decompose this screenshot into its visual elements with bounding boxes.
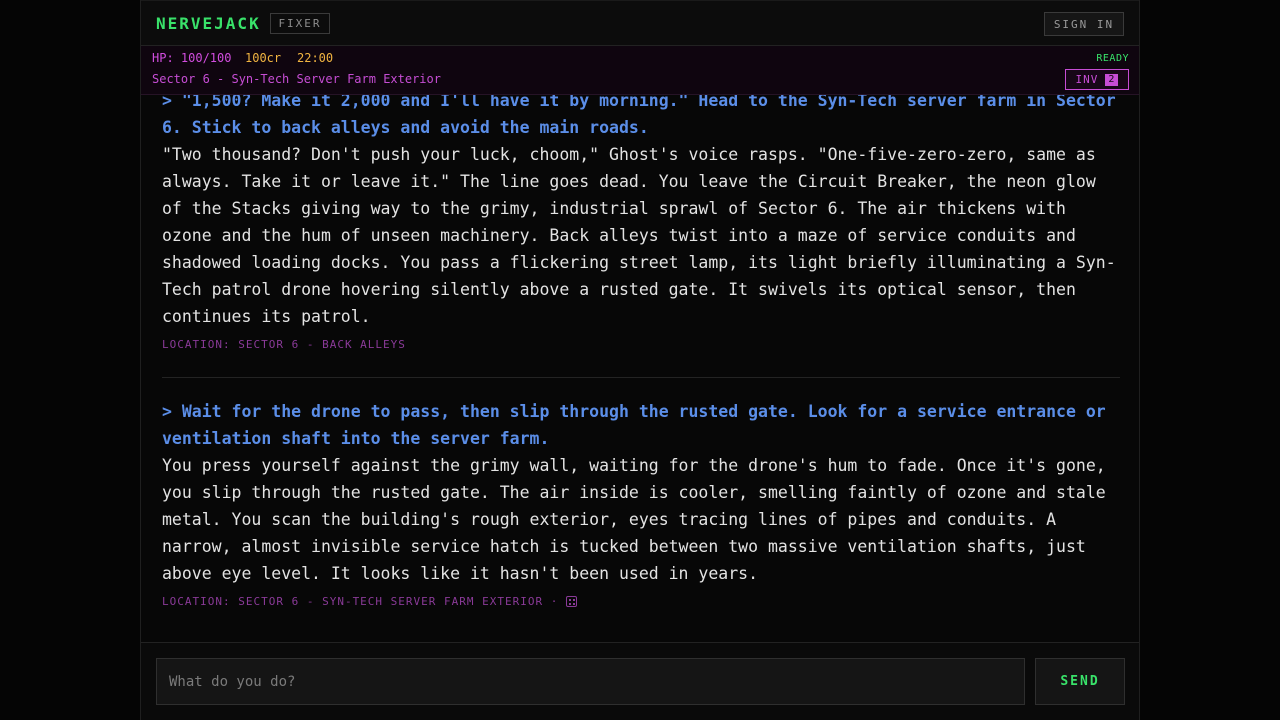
ready-indicator: READY [1096, 53, 1129, 64]
game-app: NERVEJACK FIXER SIGN IN HP: 100/100 100c… [140, 0, 1140, 720]
status-bar: HP: 100/100 100cr 22:00 READY Sector 6 -… [141, 46, 1139, 95]
current-location: Sector 6 - Syn-Tech Server Farm Exterior [152, 72, 441, 86]
story-log[interactable]: > "1,500? Make it 2,000 and I'll have it… [141, 95, 1139, 642]
brand-logo: NERVEJACK [156, 14, 261, 33]
location-tag-text: LOCATION: SECTOR 6 - BACK ALLEYS [162, 338, 406, 351]
story-log-content: > "1,500? Make it 2,000 and I'll have it… [162, 95, 1120, 608]
hp-readout: HP: 100/100 [152, 51, 232, 65]
dice-icon[interactable] [566, 596, 578, 607]
top-bar: NERVEJACK FIXER SIGN IN [141, 0, 1139, 46]
player-command: > Wait for the drone to pass, then slip … [162, 402, 1106, 448]
player-command: > "1,500? Make it 2,000 and I'll have it… [162, 95, 1116, 137]
location-tag-text: LOCATION: SECTOR 6 - SYN-TECH SERVER FAR… [162, 595, 559, 608]
send-button[interactable]: SEND [1035, 658, 1125, 705]
command-composer: SEND [141, 642, 1139, 720]
log-entry: > "1,500? Make it 2,000 and I'll have it… [162, 95, 1120, 351]
time-readout: 22:00 [297, 51, 334, 65]
role-badge: FIXER [270, 13, 330, 34]
log-entry: > Wait for the drone to pass, then slip … [162, 398, 1120, 608]
sign-in-button[interactable]: SIGN IN [1044, 12, 1124, 36]
location-tag: LOCATION: SECTOR 6 - SYN-TECH SERVER FAR… [162, 595, 1120, 608]
inventory-label: INV [1075, 73, 1099, 86]
entry-divider [162, 377, 1120, 378]
command-input[interactable] [156, 658, 1025, 705]
inventory-count-badge: 2 [1105, 73, 1119, 86]
credits-readout: 100cr [245, 51, 282, 65]
narration-text: You press yourself against the grimy wal… [162, 456, 1106, 583]
inventory-button[interactable]: INV 2 [1065, 69, 1129, 90]
narration-text: "Two thousand? Don't push your luck, cho… [162, 145, 1116, 326]
location-tag: LOCATION: SECTOR 6 - BACK ALLEYS [162, 338, 1120, 351]
